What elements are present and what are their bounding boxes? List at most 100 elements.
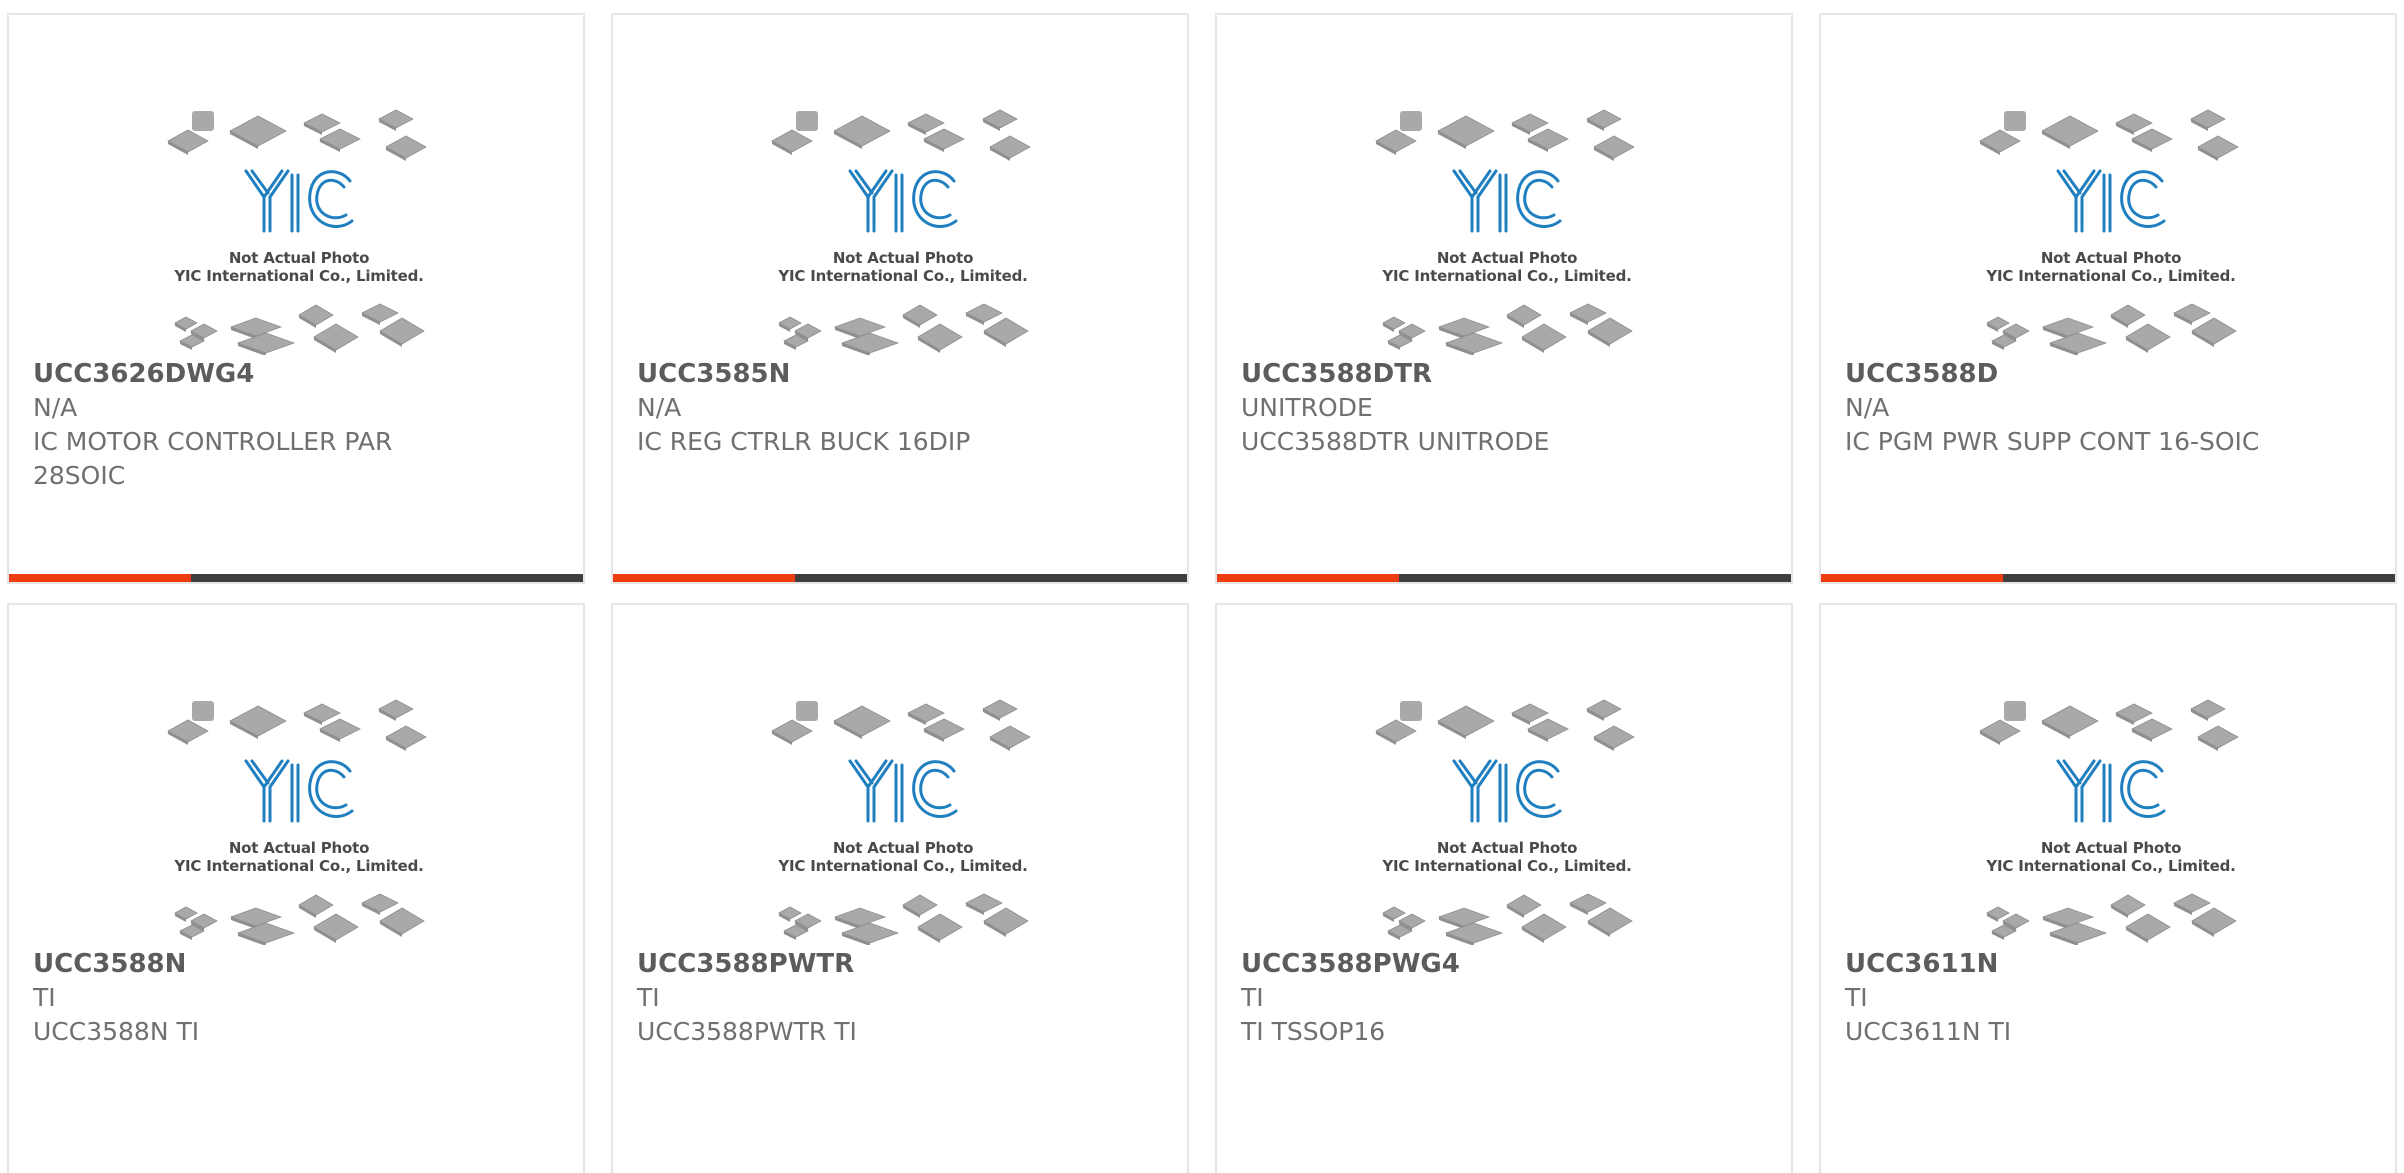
chip-icon — [298, 894, 334, 918]
placeholder-company: YIC International Co., Limited. — [174, 857, 424, 875]
product-card[interactable]: Not Actual Photo YIC International Co., L… — [1819, 603, 2397, 1173]
product-image-placeholder[interactable]: Not Actual Photo YIC International Co., L… — [164, 105, 434, 355]
chip-icon — [1444, 922, 1504, 945]
chip-icon — [319, 718, 361, 742]
description: UCC3611N TI — [1845, 1017, 2012, 1046]
chip-icon — [1979, 719, 2021, 745]
part-number[interactable]: UCC3585N — [637, 357, 1067, 391]
chip-icon — [1527, 718, 1569, 742]
chip-icon — [378, 699, 414, 721]
placeholder-graphic — [1375, 699, 1635, 945]
description: IC PGM PWR SUPP CONT 16-SOIC — [1845, 427, 2260, 456]
chip-icon — [2197, 725, 2239, 751]
chip-icon — [982, 109, 1018, 131]
chip-icon — [840, 332, 900, 355]
chip-icon — [1593, 725, 1635, 751]
manufacturer: TI — [637, 983, 660, 1012]
chip-icon — [236, 922, 296, 945]
chip-icon — [983, 907, 1029, 937]
product-info: UCC3626DWG4 N/A IC MOTOR CONTROLLER PAR … — [33, 357, 463, 493]
yic-logo-icon — [848, 759, 958, 823]
card-bar-accent — [1217, 574, 1399, 582]
chip-icon — [989, 725, 1031, 751]
placeholder-company: YIC International Co., Limited. — [1382, 267, 1632, 285]
product-card[interactable]: Not Actual Photo YIC International Co., L… — [611, 603, 1189, 1173]
placeholder-caption: Not Actual Photo — [2040, 249, 2182, 267]
chip-icon — [167, 719, 209, 745]
chip-icon — [796, 111, 818, 131]
description: UCC3588DTR UNITRODE — [1241, 427, 1550, 456]
product-card[interactable]: Not Actual Photo YIC International Co., L… — [1215, 603, 1793, 1173]
chip-icon — [192, 111, 214, 131]
description: IC REG CTRLR BUCK 16DIP — [637, 427, 971, 456]
chip-icon — [2191, 907, 2237, 937]
chip-icon — [2191, 317, 2237, 347]
chip-icon — [989, 135, 1031, 161]
chip-icon — [923, 128, 965, 152]
chip-icon — [2004, 701, 2026, 721]
product-card[interactable]: Not Actual Photo YIC International Co., L… — [7, 13, 585, 584]
placeholder-caption: Not Actual Photo — [228, 249, 370, 267]
placeholder-company: YIC International Co., Limited. — [1986, 267, 2236, 285]
chip-icon — [313, 913, 359, 943]
product-info: UCC3588PWTR TI UCC3588PWTR TI — [637, 947, 1067, 1049]
part-number[interactable]: UCC3588PWG4 — [1241, 947, 1671, 981]
part-number[interactable]: UCC3588D — [1845, 357, 2275, 391]
product-grid: Not Actual Photo YIC International Co., L… — [0, 0, 2404, 1173]
manufacturer: N/A — [33, 393, 78, 422]
product-image-placeholder[interactable]: Not Actual Photo YIC International Co., L… — [164, 695, 434, 945]
description: UCC3588PWTR TI — [637, 1017, 857, 1046]
product-card[interactable]: Not Actual Photo YIC International Co., L… — [1819, 13, 2397, 584]
product-card[interactable]: Not Actual Photo YIC International Co., L… — [611, 13, 1189, 584]
chip-icon — [1979, 129, 2021, 155]
chip-icon — [1587, 907, 1633, 937]
chip-icon — [840, 922, 900, 945]
part-number[interactable]: UCC3588N — [33, 947, 463, 981]
chip-icon — [2004, 111, 2026, 131]
placeholder-graphic — [1375, 109, 1635, 355]
chip-icon — [1569, 303, 1607, 325]
chip-icon — [236, 332, 296, 355]
placeholder-graphic — [167, 699, 427, 945]
chip-icon — [361, 303, 399, 325]
product-card[interactable]: Not Actual Photo YIC International Co., L… — [7, 603, 585, 1173]
product-card[interactable]: Not Actual Photo YIC International Co., L… — [1215, 13, 1793, 584]
chip-icon — [2173, 893, 2211, 915]
chip-icon — [833, 705, 891, 739]
chip-icon — [313, 323, 359, 353]
placeholder-graphic — [771, 699, 1031, 945]
card-bar-accent — [9, 574, 191, 582]
card-progress-bar — [9, 574, 583, 582]
placeholder-company: YIC International Co., Limited. — [778, 267, 1028, 285]
manufacturer: UNITRODE — [1241, 393, 1373, 422]
placeholder-company: YIC International Co., Limited. — [174, 267, 424, 285]
placeholder-caption: Not Actual Photo — [1436, 839, 1578, 857]
chip-icon — [167, 129, 209, 155]
manufacturer: TI — [1845, 983, 1868, 1012]
yic-logo-icon — [2056, 169, 2166, 233]
chip-icon — [378, 109, 414, 131]
product-image-placeholder[interactable]: Not Actual Photo YIC International Co., L… — [1372, 695, 1642, 945]
product-info: UCC3588D N/A IC PGM PWR SUPP CONT 16-SOI… — [1845, 357, 2275, 459]
product-image-placeholder[interactable]: Not Actual Photo YIC International Co., L… — [768, 105, 1038, 355]
chip-icon — [1587, 317, 1633, 347]
chip-icon — [982, 699, 1018, 721]
part-number[interactable]: UCC3588DTR — [1241, 357, 1671, 391]
product-image-placeholder[interactable]: Not Actual Photo YIC International Co., L… — [1976, 105, 2246, 355]
product-image-placeholder[interactable]: Not Actual Photo YIC International Co., L… — [1372, 105, 1642, 355]
yic-logo-icon — [1452, 169, 1562, 233]
part-number[interactable]: UCC3626DWG4 — [33, 357, 463, 391]
chip-icon — [902, 894, 938, 918]
card-progress-bar — [1217, 574, 1791, 582]
product-image-placeholder[interactable]: Not Actual Photo YIC International Co., L… — [1976, 695, 2246, 945]
part-number[interactable]: UCC3588PWTR — [637, 947, 1067, 981]
yic-logo-icon — [2056, 759, 2166, 823]
manufacturer: TI — [1241, 983, 1264, 1012]
card-progress-bar — [1821, 574, 2395, 582]
chip-icon — [965, 303, 1003, 325]
product-image-placeholder[interactable]: Not Actual Photo YIC International Co., L… — [768, 695, 1038, 945]
chip-icon — [298, 304, 334, 328]
placeholder-graphic — [1979, 109, 2239, 355]
description: IC MOTOR CONTROLLER PAR 28SOIC — [33, 427, 393, 490]
part-number[interactable]: UCC3611N — [1845, 947, 2275, 981]
